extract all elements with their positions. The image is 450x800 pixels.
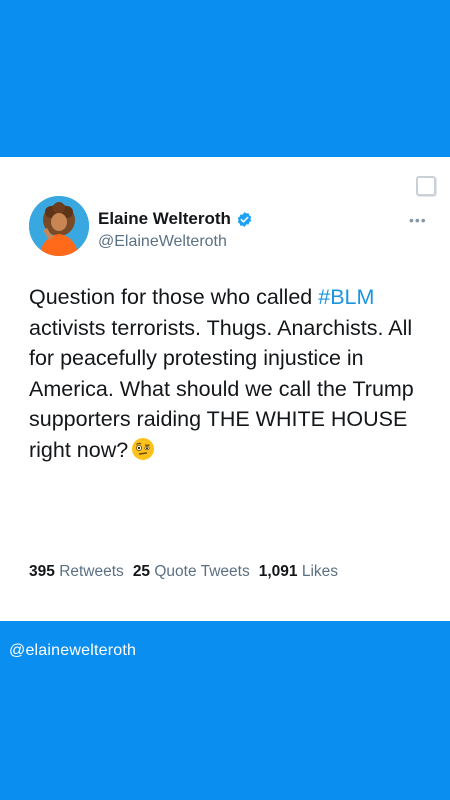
quotes-label: Quote Tweets xyxy=(154,563,250,580)
avatar-photo xyxy=(29,196,89,256)
more-horizontal-icon[interactable]: ••• xyxy=(409,212,427,228)
quotes-count: 25 xyxy=(132,563,151,580)
tweet-text-part: activists terrorists. Thugs. Anarchists.… xyxy=(29,315,414,462)
tweet-text-part: Question for those who called xyxy=(29,285,319,309)
face-with-raised-eyebrow-icon xyxy=(132,437,155,460)
hashtag-link[interactable]: #BLM xyxy=(318,285,374,309)
select-checkbox[interactable] xyxy=(416,176,436,196)
author-handle[interactable]: @ElaineWelteroth xyxy=(98,233,227,251)
tweet-text: Question for those who called #BLM activ… xyxy=(29,282,429,465)
quote-tweets-stat[interactable]: 25 Quote Tweets xyxy=(133,563,250,581)
retweets-stat[interactable]: 395 Retweets xyxy=(29,563,124,581)
retweets-count: 395 xyxy=(29,563,55,580)
avatar[interactable] xyxy=(29,196,89,256)
footer-handle[interactable]: @elainewelteroth xyxy=(9,642,136,660)
tweet-card[interactable]: Elaine Welteroth @ElaineWelteroth ••• Qu… xyxy=(0,157,450,621)
likes-count: 1,091 xyxy=(258,563,298,580)
tweet-stats: 395 Retweets 25 Quote Tweets 1,091 Likes xyxy=(29,563,338,581)
likes-label: Likes xyxy=(301,563,339,580)
author-name[interactable]: Elaine Welteroth xyxy=(98,209,231,229)
retweets-label: Retweets xyxy=(59,563,124,580)
likes-stat[interactable]: 1,091 Likes xyxy=(259,563,338,581)
verified-badge-icon xyxy=(237,211,252,227)
